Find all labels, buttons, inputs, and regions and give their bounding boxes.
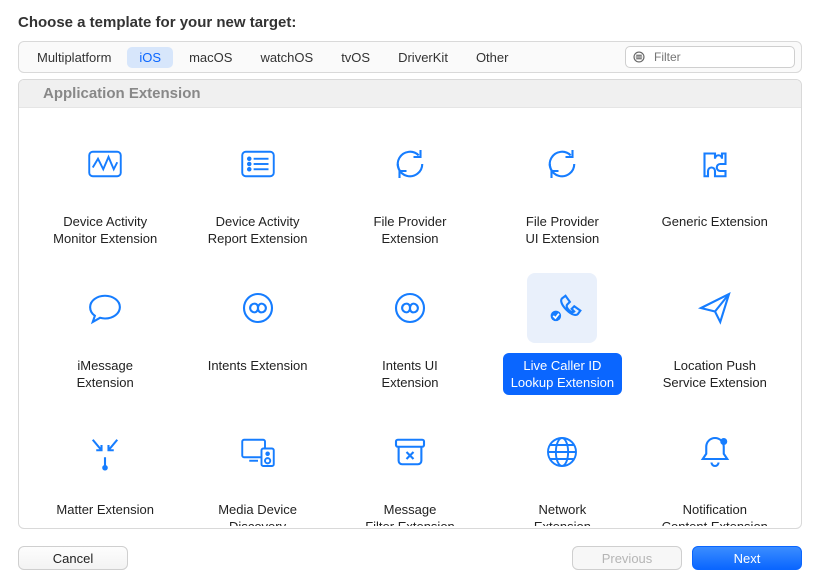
infinity-icon: [237, 287, 279, 329]
converge-icon: [84, 431, 126, 473]
template-label: Device Activity Report Extension: [200, 209, 316, 251]
template-label: File Provider UI Extension: [518, 209, 608, 251]
template-label: Network Extension: [526, 497, 599, 526]
scope-icon: [632, 50, 646, 64]
previous-button: Previous: [572, 546, 682, 570]
bell-dot-icon: [694, 431, 736, 473]
template-label: Matter Extension: [48, 497, 162, 522]
cycle-icon: [541, 143, 583, 185]
cancel-button[interactable]: Cancel: [18, 546, 128, 570]
tab-ios[interactable]: iOS: [127, 47, 173, 68]
template-item[interactable]: Intents UI Extension: [334, 261, 486, 395]
template-label: Live Caller ID Lookup Extension: [503, 353, 622, 395]
template-label: iMessage Extension: [69, 353, 142, 395]
template-item[interactable]: File Provider Extension: [334, 117, 486, 251]
tab-tvos[interactable]: tvOS: [329, 47, 382, 68]
list-icon: [237, 143, 279, 185]
chat-bubble-icon: [84, 287, 126, 329]
platform-tabbar: MultiplatformiOSmacOSwatchOStvOSDriverKi…: [18, 41, 802, 73]
template-item[interactable]: Network Extension: [486, 405, 638, 526]
puzzle-icon: [694, 143, 736, 185]
template-item[interactable]: Device Activity Monitor Extension: [29, 117, 181, 251]
template-item[interactable]: Intents Extension: [181, 261, 333, 395]
page-title: Choose a template for your new target:: [0, 0, 820, 41]
template-item[interactable]: Media Device Discovery: [181, 405, 333, 526]
template-label: Location Push Service Extension: [655, 353, 775, 395]
dialog-footer: Cancel Previous Next: [0, 529, 820, 587]
waveform-icon: [84, 143, 126, 185]
devices-icon: [237, 431, 279, 473]
template-item[interactable]: File Provider UI Extension: [486, 117, 638, 251]
next-button[interactable]: Next: [692, 546, 802, 570]
template-label: Message Filter Extension: [357, 497, 463, 526]
tab-other[interactable]: Other: [464, 47, 521, 68]
phone-check-icon: [541, 287, 583, 329]
template-item[interactable]: Device Activity Report Extension: [181, 117, 333, 251]
template-label: Intents UI Extension: [373, 353, 446, 395]
cycle-icon: [389, 143, 431, 185]
archive-x-icon: [389, 431, 431, 473]
tab-multiplatform[interactable]: Multiplatform: [25, 47, 123, 68]
send-icon: [694, 287, 736, 329]
tab-driverkit[interactable]: DriverKit: [386, 47, 460, 68]
filter-input[interactable]: [652, 49, 811, 65]
template-item[interactable]: iMessage Extension: [29, 261, 181, 395]
template-label: Intents Extension: [200, 353, 316, 378]
template-item[interactable]: Message Filter Extension: [334, 405, 486, 526]
template-item[interactable]: Matter Extension: [29, 405, 181, 526]
tab-macos[interactable]: macOS: [177, 47, 244, 68]
filter-search[interactable]: [625, 46, 795, 68]
template-item[interactable]: Live Caller ID Lookup Extension: [486, 261, 638, 395]
section-header: Application Extension: [19, 80, 801, 108]
template-item[interactable]: Location Push Service Extension: [639, 261, 791, 395]
template-item[interactable]: Generic Extension: [639, 117, 791, 251]
infinity-icon: [389, 287, 431, 329]
globe-icon: [541, 431, 583, 473]
template-label: Generic Extension: [654, 209, 776, 234]
tab-watchos[interactable]: watchOS: [248, 47, 325, 68]
template-label: Notification Content Extension: [654, 497, 776, 526]
template-list: Application Extension ExtensionProviderE…: [18, 79, 802, 529]
template-label: Media Device Discovery: [210, 497, 305, 526]
template-item[interactable]: Notification Content Extension: [639, 405, 791, 526]
template-label: File Provider Extension: [366, 209, 455, 251]
template-label: Device Activity Monitor Extension: [45, 209, 165, 251]
